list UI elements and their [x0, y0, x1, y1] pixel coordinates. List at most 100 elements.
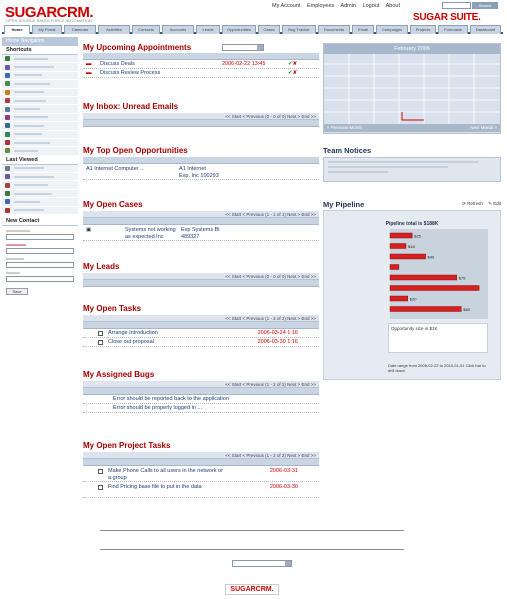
calendar-next-month[interactable]: Next Month » — [470, 124, 497, 132]
calendar-prev-month[interactable]: « Previous Month — [327, 124, 362, 132]
table-row[interactable]: ▣ Systems not working as expected Inc Ex… — [83, 225, 319, 241]
opportunity-name[interactable]: A1 Internet Computer ... — [83, 166, 179, 172]
table-row[interactable]: ▬ Discuss Deals 2006-02-22 13:45 ✔ ✘ — [83, 60, 319, 69]
cases-pager[interactable]: << Start < Previous (1 - 1 of 1) Next > … — [83, 211, 319, 218]
last-viewed-item[interactable] — [2, 198, 78, 207]
last-viewed-item[interactable] — [2, 181, 78, 190]
shortcut-item[interactable] — [2, 88, 78, 97]
table-row[interactable]: Error should be properly logged in ... — [83, 404, 319, 413]
tab-contacts[interactable]: Contacts — [132, 25, 160, 34]
shortcut-item[interactable] — [2, 105, 78, 114]
pipeline-refresh-link[interactable]: Refresh — [467, 201, 483, 206]
last-viewed-item[interactable] — [2, 173, 78, 182]
phone-field[interactable] — [6, 262, 74, 269]
tab-campaigns[interactable]: Campaigns — [376, 25, 408, 34]
pipeline-bar[interactable] — [389, 243, 407, 249]
table-row[interactable]: Close out proposal 2006-03-30 1:16 — [83, 338, 319, 347]
search-button[interactable]: Search — [472, 2, 498, 9]
decline-icon[interactable]: ✘ — [293, 61, 298, 67]
decline-icon[interactable]: ✘ — [293, 70, 298, 76]
tasks-pager[interactable]: << Start < Previous (1 - 2 of 2) Next > … — [83, 315, 319, 322]
tab-leads[interactable]: Leads — [196, 25, 220, 34]
tab-documents[interactable]: Documents — [318, 25, 350, 34]
complete-project-task-checkbox[interactable] — [98, 485, 103, 490]
case-account[interactable]: Exp Systems Bl 489327 — [181, 227, 231, 241]
appointment-subject[interactable]: Discuss Deals — [96, 61, 222, 67]
tab-dashboard[interactable]: Dashboard — [470, 25, 501, 34]
complete-task-checkbox[interactable] — [98, 339, 103, 345]
tab-bug-tracker[interactable]: Bug Tracker — [282, 25, 316, 34]
refresh-icon[interactable]: ⟳ — [462, 201, 466, 206]
admin-link[interactable]: Admin — [340, 3, 356, 9]
pipeline-bar[interactable] — [389, 274, 458, 281]
pipeline-edit-link[interactable]: Edit — [493, 201, 501, 206]
table-row[interactable]: ▬ Discuss Review Process ✔ ✘ — [83, 69, 319, 78]
task-subject[interactable]: Close out proposal — [108, 339, 238, 345]
table-row[interactable]: Find Pricing base file to put in the dat… — [83, 482, 319, 498]
pipeline-bar[interactable] — [389, 285, 480, 291]
inbox-pager[interactable]: << Start < Previous (0 - 0 of 0) Next > … — [83, 113, 319, 120]
table-row[interactable]: Arrange Introduction 2006-03-24 1:16 — [83, 329, 319, 338]
shortcut-item[interactable] — [2, 55, 78, 64]
tab-projects[interactable]: Projects — [410, 25, 436, 34]
tab-calendar[interactable]: Calendar — [64, 25, 96, 34]
last-name-field[interactable] — [6, 248, 74, 255]
project-task-subject[interactable]: Find Pricing base file to put in the dat… — [108, 484, 223, 491]
logout-link[interactable]: Logout — [363, 3, 380, 9]
shortcut-item[interactable] — [2, 130, 78, 139]
my-account-link[interactable]: My Account — [272, 3, 300, 9]
shortcut-item[interactable] — [2, 122, 78, 131]
about-link[interactable]: About — [386, 3, 400, 9]
tab-email[interactable]: Email — [352, 25, 374, 34]
pipeline-bar[interactable] — [389, 253, 426, 260]
last-viewed-item[interactable] — [2, 164, 78, 174]
bug-subject[interactable]: Error should be reported back to the app… — [83, 396, 233, 402]
bugs-pager[interactable]: << Start < Previous (1 - 2 of 2) Next > … — [83, 381, 319, 388]
project-tasks-pager[interactable]: << Start < Previous (1 - 2 of 2) Next > … — [83, 452, 319, 459]
task-subject[interactable]: Arrange Introduction — [108, 330, 238, 336]
tab-home[interactable]: Home — [4, 25, 30, 34]
last-viewed-item[interactable] — [2, 206, 78, 216]
pipeline-bar[interactable] — [389, 295, 408, 302]
tab-forecasts[interactable]: Forecasts — [438, 25, 468, 34]
appointments-filter-select[interactable] — [222, 44, 264, 51]
shortcut-item[interactable] — [2, 113, 78, 123]
edit-icon[interactable]: ✎ — [488, 201, 492, 206]
global-search-input[interactable] — [442, 2, 471, 9]
pipeline-bar[interactable] — [389, 306, 462, 312]
leads-pager[interactable]: << Start < Previous (0 - 0 of 0) Next > … — [83, 273, 319, 280]
tab-accounts[interactable]: Accounts — [162, 25, 194, 34]
tab-opportunities[interactable]: Opportunities — [222, 25, 256, 34]
shortcut-item[interactable] — [2, 147, 78, 156]
opportunity-account[interactable]: A1 Internet Exp. Inc 100293 — [179, 166, 259, 180]
tab-activities[interactable]: Activities — [98, 25, 130, 34]
save-contact-button[interactable]: Save — [6, 288, 28, 296]
calendar-grid[interactable] — [324, 54, 500, 124]
case-subject[interactable]: Systems not working as expected Inc — [95, 227, 181, 241]
tab-cases[interactable]: Cases — [258, 25, 280, 34]
table-row[interactable]: Make Phone Calls to all users in the net… — [83, 466, 319, 482]
create-account-icon — [5, 64, 10, 70]
last-viewed-item[interactable] — [2, 189, 78, 199]
first-name-field[interactable] — [6, 234, 74, 241]
email-field[interactable] — [6, 276, 74, 283]
appointment-subject[interactable]: Discuss Review Process — [96, 70, 222, 76]
complete-project-task-checkbox[interactable] — [98, 469, 103, 474]
project-task-subject[interactable]: Make Phone Calls to all users in the net… — [108, 468, 223, 482]
pipeline-bar[interactable] — [389, 264, 400, 270]
shortcut-item[interactable] — [2, 80, 78, 89]
complete-task-checkbox[interactable] — [98, 330, 103, 336]
today-marker — [401, 112, 424, 121]
table-row[interactable]: Error should be reported back to the app… — [83, 395, 319, 404]
bug-subject[interactable]: Error should be properly logged in ... — [83, 405, 233, 411]
shortcut-item[interactable] — [2, 138, 78, 148]
pipeline-chart[interactable]: $25 $18 $40 $75 $20 $80 — [324, 229, 500, 319]
table-row[interactable]: A1 Internet Computer ... A1 Internet Exp.… — [83, 164, 319, 180]
tab-my-portal[interactable]: My Portal — [32, 25, 62, 34]
shortcut-item[interactable] — [2, 63, 78, 72]
theme-select[interactable] — [232, 560, 292, 567]
pipeline-bar[interactable] — [389, 232, 413, 239]
shortcut-item[interactable] — [2, 96, 78, 106]
employees-link[interactable]: Employees — [307, 3, 334, 9]
shortcut-item[interactable] — [2, 71, 78, 81]
